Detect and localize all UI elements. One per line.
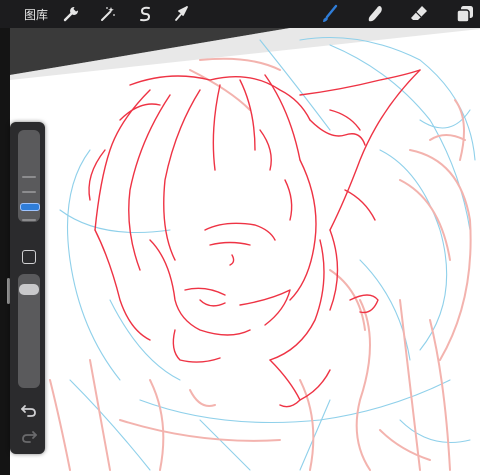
s-selection-icon: [140, 6, 151, 22]
opacity-slider[interactable]: [18, 274, 40, 388]
left-sidebar: [10, 122, 45, 454]
brush-icon: [323, 4, 338, 22]
brush-tool-button[interactable]: [318, 0, 340, 28]
layers-icon: [456, 6, 473, 23]
brush-size-handle[interactable]: [20, 203, 40, 211]
wrench-icon: [63, 6, 79, 22]
top-toolbar: 图库: [0, 0, 480, 28]
slider-tick: [22, 191, 36, 193]
transform-button[interactable]: [170, 0, 192, 28]
smudge-icon: [368, 6, 382, 22]
actions-button[interactable]: [60, 0, 82, 28]
eraser-tool-button[interactable]: [408, 0, 430, 28]
arrow-cursor-icon: [175, 6, 188, 21]
eraser-icon: [411, 6, 427, 20]
opacity-handle[interactable]: [19, 284, 39, 295]
modify-button[interactable]: [22, 250, 36, 264]
magic-wand-icon: [101, 7, 115, 21]
left-edge-strip: [0, 28, 10, 475]
layers-button[interactable]: [454, 0, 476, 28]
sketch-artwork: [10, 28, 480, 471]
adjustments-button[interactable]: [96, 0, 118, 28]
undo-icon: [21, 405, 36, 417]
slider-tick: [22, 219, 36, 221]
undo-button[interactable]: [19, 402, 39, 420]
gallery-button[interactable]: 图库: [24, 0, 48, 28]
redo-button[interactable]: [19, 428, 39, 446]
selection-button[interactable]: [134, 0, 156, 28]
redo-icon: [22, 431, 37, 443]
smudge-tool-button[interactable]: [364, 0, 386, 28]
drawing-canvas[interactable]: [10, 28, 480, 475]
brush-size-slider[interactable]: [18, 130, 40, 222]
slider-tick: [22, 176, 36, 178]
